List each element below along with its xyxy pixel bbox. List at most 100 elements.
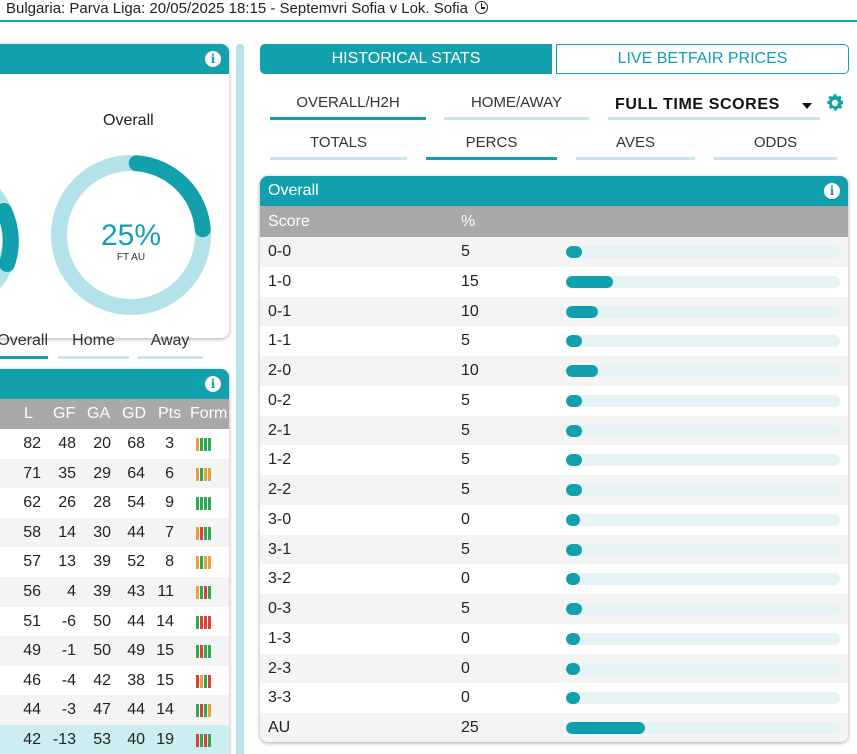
tab-odds[interactable]: ODDS	[714, 132, 837, 160]
pct-bar-fill	[566, 305, 598, 318]
table-row[interactable]: 15 49 50 -1 49	[0, 636, 229, 666]
table-row[interactable]: 11 43 39 4 56	[0, 577, 229, 607]
tab-home[interactable]: Home	[58, 329, 129, 359]
score-pct: 5	[461, 540, 470, 558]
table-cell-pts: 51	[23, 612, 41, 630]
table-cell-ga: 50	[93, 612, 111, 630]
pct-bar-track	[566, 305, 840, 318]
table-row[interactable]: 6 64 29 35 71	[0, 458, 229, 489]
pct-bar-fill	[566, 692, 580, 705]
info-icon[interactable]: i	[824, 183, 840, 199]
col-form[interactable]: Form	[190, 405, 227, 423]
tab-percs-label: PERCS	[465, 134, 518, 151]
pct-bar-fill	[566, 722, 645, 734]
score-pct: 5	[461, 332, 470, 350]
table-row[interactable]: 2852391357	[0, 547, 229, 577]
col-pct[interactable]: %	[461, 213, 475, 231]
tab-percs[interactable]: PERCS	[426, 132, 557, 160]
pct-bar-fill	[566, 246, 582, 258]
info-icon[interactable]: i	[205, 51, 221, 67]
col-l[interactable]: L	[24, 405, 33, 423]
score-pct: 0	[461, 689, 470, 707]
table-row[interactable]: 9 54 28 26 62	[0, 488, 229, 518]
table-cell-l: 9	[165, 494, 174, 512]
score-type-dropdown[interactable]: FULL TIME SCORES	[608, 92, 820, 120]
pct-bar-track	[566, 275, 840, 288]
pct-bar-track	[566, 424, 840, 437]
historical-stats-button[interactable]: HISTORICAL STATS	[260, 44, 552, 74]
score-pct: 0	[461, 629, 470, 647]
pct-bar-fill	[566, 335, 582, 348]
table-cell-gd: 13	[58, 553, 76, 571]
tab-home-away-label: HOME/AWAY	[470, 94, 563, 111]
table-row[interactable]: 3 68 20 48 82	[0, 429, 229, 459]
gear-icon[interactable]	[824, 92, 846, 114]
col-gd[interactable]: GD	[122, 405, 146, 423]
partial-donut-left	[0, 189, 19, 289]
score-row: 3-3 0	[260, 683, 848, 713]
score-pct: 10	[461, 362, 479, 379]
score-pct: 15	[461, 272, 479, 290]
table-cell-pts: 82	[23, 435, 41, 452]
score-row: 3-1 5	[260, 534, 848, 565]
table-row[interactable]: 15 38 42 -4 46	[0, 666, 229, 696]
table-cell-ga: 28	[93, 494, 111, 512]
score-row: 0-0 5	[260, 237, 848, 267]
vertical-scrollbar[interactable]	[236, 44, 244, 754]
tab-home-away[interactable]: HOME/AWAY	[444, 92, 589, 120]
tab-overall-label: Overall	[0, 332, 48, 349]
table-cell-pts: 57	[23, 553, 41, 571]
league-table-header: i	[0, 369, 229, 399]
live-betfair-prices-button[interactable]: LIVE BETFAIR PRICES	[556, 44, 849, 74]
tab-away[interactable]: Away	[137, 329, 203, 359]
col-ga[interactable]: GA	[87, 405, 110, 423]
score-label: 0-0	[268, 243, 292, 260]
score-label: 2-1	[268, 421, 292, 439]
col-score[interactable]: Score	[268, 213, 310, 231]
pct-bar-fill	[566, 603, 582, 615]
pct-bar-fill	[566, 513, 580, 526]
clock-icon	[475, 1, 489, 14]
form-indicator	[196, 674, 211, 688]
score-row: 0-1 10	[260, 296, 848, 327]
table-cell-pts: 62	[23, 494, 41, 512]
tab-overall-h2h[interactable]: OVERALL/H2H	[270, 92, 426, 120]
table-row[interactable]: 14 44 47 -3 44	[0, 695, 229, 725]
tab-aves[interactable]: AVES	[576, 132, 695, 160]
league-table-card: i L GF GA GD Pts Form 3 68 20 48 82 6 64 29 35 71…	[0, 369, 229, 754]
table-cell-l: 15	[156, 642, 174, 660]
info-icon[interactable]: i	[205, 376, 221, 392]
table-cell-pts: 42	[23, 731, 41, 748]
table-cell-gd: 4	[67, 583, 76, 600]
table-cell-gd: -6	[61, 612, 76, 630]
score-label: 3-1	[268, 540, 292, 558]
score-pct: 0	[461, 510, 470, 528]
table-cell-gf: 44	[127, 612, 145, 630]
left-column: i Overall 25% FT AU Overall Home Away i	[0, 22, 236, 754]
table-row[interactable]: 8744301458	[0, 517, 229, 548]
table-cell-pts: 58	[23, 523, 41, 541]
score-row: 1-2 5	[260, 445, 848, 475]
table-cell-pts: 56	[23, 583, 41, 600]
tab-overall[interactable]: Overall	[0, 329, 48, 359]
score-label: 1-2	[268, 451, 292, 469]
pct-bar-track	[566, 603, 840, 615]
table-row[interactable]: 14 44 50 -6 51	[0, 607, 229, 637]
score-pct: 5	[461, 421, 470, 439]
col-pts[interactable]: Pts	[158, 405, 181, 423]
table-cell-gf: 43	[127, 583, 145, 600]
score-pct: 5	[461, 391, 470, 409]
score-label: 0-3	[268, 600, 292, 617]
score-label: 0-2	[268, 391, 292, 409]
scores-card: Overall i Score % 0-0 5 1-0 15 0-1 10 1-1 5 2-0 1…	[260, 176, 848, 742]
score-row: 0-2 5	[260, 386, 848, 416]
table-cell-gd: -1	[61, 642, 76, 660]
score-label: 2-2	[268, 481, 292, 498]
pct-bar-fill	[566, 424, 582, 437]
col-gf[interactable]: GF	[53, 405, 75, 423]
table-row[interactable]: 19 40 53 -13 42	[0, 725, 229, 754]
table-cell-gf: 44	[127, 523, 145, 541]
tab-totals[interactable]: TOTALS	[270, 132, 407, 160]
pct-bar-track	[566, 394, 840, 407]
table-cell-pts: 49	[23, 642, 41, 660]
